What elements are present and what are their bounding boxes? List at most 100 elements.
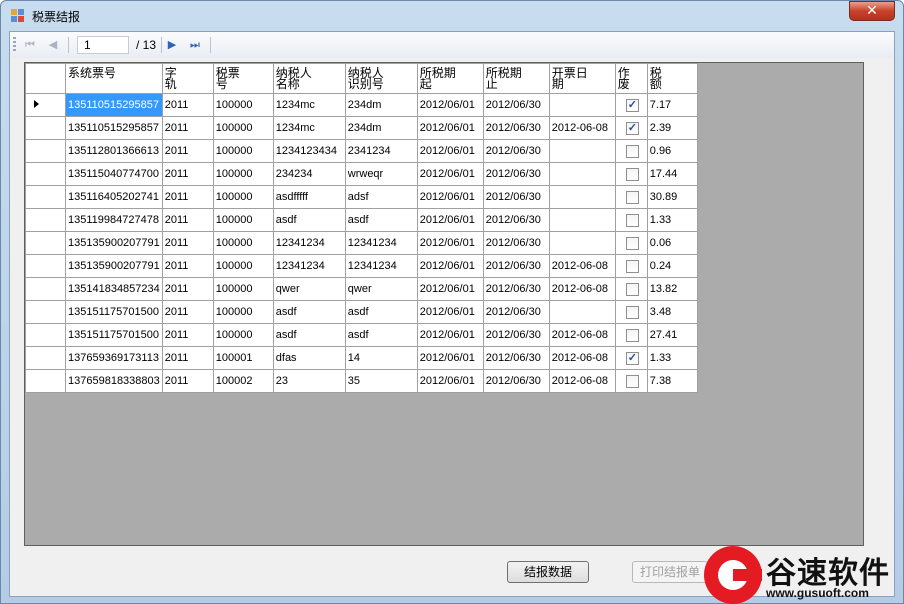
- toolbar-grip-icon[interactable]: [13, 37, 16, 53]
- table-row[interactable]: 135119984727478 2011 100000 asdf asdf 2012/06…: [25, 208, 698, 232]
- cell-id[interactable]: 12341234: [344, 254, 418, 278]
- cell-name[interactable]: 234234: [272, 162, 346, 186]
- void-cell[interactable]: [614, 277, 648, 301]
- cell-sys-no[interactable]: 135135900207791: [65, 254, 163, 278]
- column-header[interactable]: 纳税人 识别号: [344, 63, 418, 94]
- table-row[interactable]: 135135900207791 2011 100000 12341234 1234123…: [25, 254, 698, 278]
- cell-id[interactable]: adsf: [344, 185, 418, 209]
- row-header[interactable]: [25, 162, 66, 186]
- table-row[interactable]: 137659369173113 2011 100001 dfas 14 2012/06/0…: [25, 346, 698, 370]
- cell-track[interactable]: 2011: [161, 139, 214, 163]
- table-row[interactable]: 135110515295857 2011 100000 1234mc 234dm 2012…: [25, 93, 698, 117]
- cell-id[interactable]: 2341234: [344, 139, 418, 163]
- cell-sys-no[interactable]: 135110515295857: [65, 116, 163, 140]
- void-checkbox[interactable]: [625, 328, 639, 342]
- void-checkbox[interactable]: [625, 282, 639, 296]
- cell-start[interactable]: 2012/06/01: [416, 369, 484, 393]
- row-header[interactable]: [25, 208, 66, 232]
- cell-id[interactable]: wrweqr: [344, 162, 418, 186]
- row-header[interactable]: [25, 116, 66, 140]
- cell-sys-no[interactable]: 135112801366613: [65, 139, 163, 163]
- cell-tax-no[interactable]: 100000: [212, 139, 274, 163]
- void-cell[interactable]: [614, 369, 648, 393]
- cell-amount[interactable]: 7.38: [646, 369, 698, 393]
- void-checkbox[interactable]: [625, 374, 639, 388]
- cell-start[interactable]: 2012/06/01: [416, 116, 484, 140]
- cell-issue-date[interactable]: 2012-06-08: [548, 346, 616, 370]
- cell-name[interactable]: 1234mc: [272, 93, 346, 117]
- cell-track[interactable]: 2011: [161, 254, 214, 278]
- cell-tax-no[interactable]: 100000: [212, 162, 274, 186]
- cell-issue-date[interactable]: [548, 300, 616, 324]
- move-first-icon[interactable]: ⏮: [22, 37, 38, 53]
- column-header[interactable]: 作废: [614, 63, 648, 94]
- void-checkbox[interactable]: [625, 167, 639, 181]
- cell-tax-no[interactable]: 100000: [212, 300, 274, 324]
- table-row[interactable]: 135112801366613 2011 100000 1234123434 23412…: [25, 139, 698, 163]
- void-cell[interactable]: [614, 93, 648, 117]
- cell-issue-date[interactable]: [548, 162, 616, 186]
- cell-end[interactable]: 2012/06/30: [482, 300, 550, 324]
- cell-track[interactable]: 2011: [161, 185, 214, 209]
- cell-tax-no[interactable]: 100000: [212, 185, 274, 209]
- row-header[interactable]: [25, 93, 66, 117]
- cell-amount[interactable]: 0.96: [646, 139, 698, 163]
- cell-id[interactable]: asdf: [344, 208, 418, 232]
- column-header[interactable]: 字轨: [161, 63, 214, 94]
- cell-issue-date[interactable]: 2012-06-08: [548, 277, 616, 301]
- cell-name[interactable]: asdf: [272, 208, 346, 232]
- row-header[interactable]: [25, 254, 66, 278]
- table-row[interactable]: 137659818338803 2011 100002 23 35 2012/06/01 2…: [25, 369, 698, 393]
- cell-end[interactable]: 2012/06/30: [482, 323, 550, 347]
- table-row[interactable]: 135110515295857 2011 100000 1234mc 234dm 2012…: [25, 116, 698, 140]
- row-header[interactable]: [25, 277, 66, 301]
- move-last-icon[interactable]: ⏭: [187, 37, 203, 53]
- cell-tax-no[interactable]: 100000: [212, 254, 274, 278]
- void-checkbox[interactable]: [625, 121, 639, 135]
- cell-start[interactable]: 2012/06/01: [416, 139, 484, 163]
- cell-issue-date[interactable]: 2012-06-08: [548, 116, 616, 140]
- cell-track[interactable]: 2011: [161, 369, 214, 393]
- cell-sys-no[interactable]: 137659369173113: [65, 346, 163, 370]
- cell-name[interactable]: asdfffff: [272, 185, 346, 209]
- cell-id[interactable]: asdf: [344, 323, 418, 347]
- cell-id[interactable]: 12341234: [344, 231, 418, 255]
- cell-amount[interactable]: 17.44: [646, 162, 698, 186]
- cell-id[interactable]: asdf: [344, 300, 418, 324]
- cell-name[interactable]: 12341234: [272, 254, 346, 278]
- cell-start[interactable]: 2012/06/01: [416, 162, 484, 186]
- table-row[interactable]: 135151175701500 2011 100000 asdf asdf 2012/06…: [25, 300, 698, 324]
- cell-end[interactable]: 2012/06/30: [482, 369, 550, 393]
- cell-start[interactable]: 2012/06/01: [416, 346, 484, 370]
- row-header[interactable]: [25, 369, 66, 393]
- cell-amount[interactable]: 13.82: [646, 277, 698, 301]
- void-checkbox[interactable]: [625, 190, 639, 204]
- void-cell[interactable]: [614, 323, 648, 347]
- cell-track[interactable]: 2011: [161, 231, 214, 255]
- cell-name[interactable]: 23: [272, 369, 346, 393]
- table-row[interactable]: 135115040774700 2011 100000 234234 wrweqr 201…: [25, 162, 698, 186]
- submit-report-button[interactable]: 结报数据: [507, 561, 589, 583]
- column-header[interactable]: 税票号: [212, 63, 274, 94]
- cell-id[interactable]: 35: [344, 369, 418, 393]
- cell-issue-date[interactable]: 2012-06-08: [548, 323, 616, 347]
- cell-sys-no[interactable]: 135116405202741: [65, 185, 163, 209]
- cell-tax-no[interactable]: 100000: [212, 116, 274, 140]
- cell-start[interactable]: 2012/06/01: [416, 185, 484, 209]
- cell-issue-date[interactable]: [548, 208, 616, 232]
- void-cell[interactable]: [614, 139, 648, 163]
- column-header[interactable]: 税额: [646, 63, 698, 94]
- column-header[interactable]: 所税期起: [416, 63, 484, 94]
- row-header[interactable]: [25, 323, 66, 347]
- void-cell[interactable]: [614, 208, 648, 232]
- cell-issue-date[interactable]: [548, 185, 616, 209]
- print-report-button[interactable]: 打印结报单: [632, 561, 708, 583]
- cell-sys-no[interactable]: 135151175701500: [65, 323, 163, 347]
- cell-track[interactable]: 2011: [161, 300, 214, 324]
- cell-amount[interactable]: 3.48: [646, 300, 698, 324]
- cell-sys-no[interactable]: 135141834857234: [65, 277, 163, 301]
- cell-end[interactable]: 2012/06/30: [482, 162, 550, 186]
- cell-start[interactable]: 2012/06/01: [416, 208, 484, 232]
- cell-start[interactable]: 2012/06/01: [416, 231, 484, 255]
- cell-id[interactable]: 234dm: [344, 116, 418, 140]
